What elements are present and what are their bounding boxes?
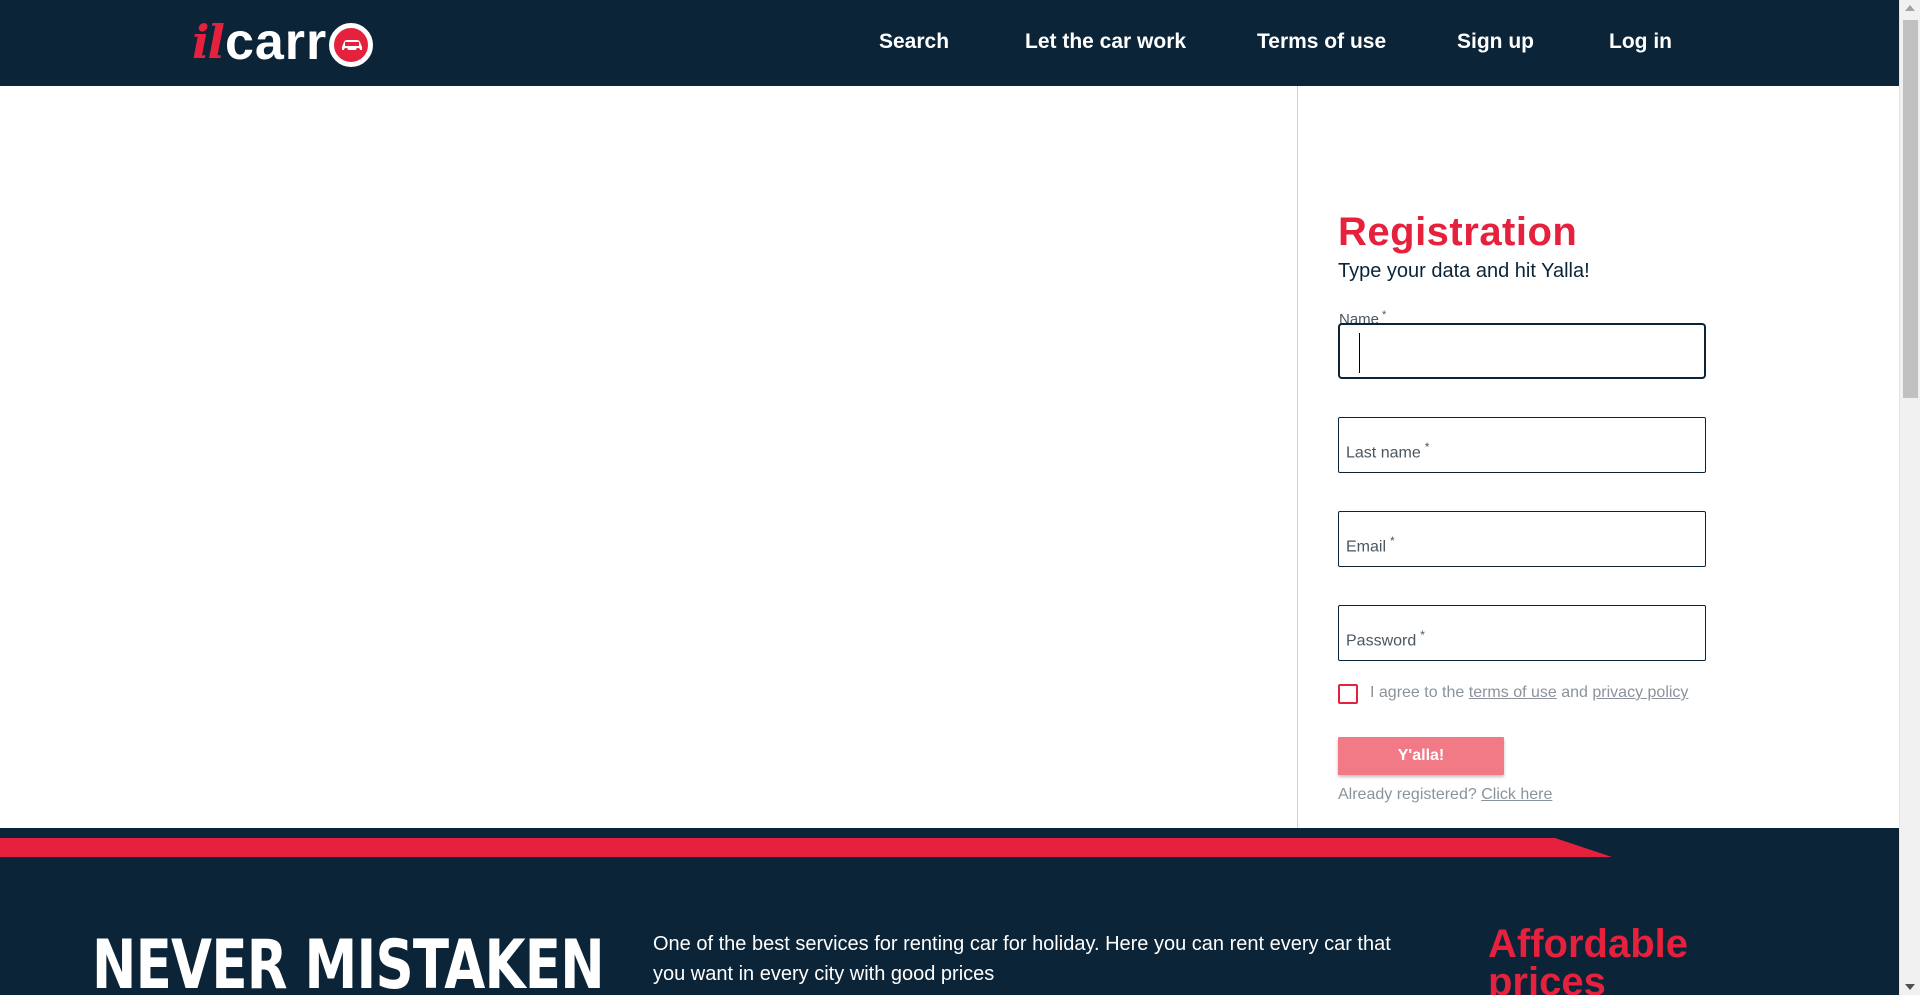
yalla-submit-button[interactable]: Y'alla! — [1338, 737, 1504, 775]
click-here-link[interactable]: Click here — [1481, 786, 1552, 803]
last-name-field[interactable]: Last name * — [1338, 417, 1706, 473]
footer-headline: NEVER MISTAKEN — [92, 926, 605, 995]
password-field[interactable]: Password * — [1338, 605, 1706, 661]
terms-of-use-link[interactable]: terms of use — [1469, 684, 1557, 701]
logo-text: carr — [224, 13, 328, 71]
privacy-policy-link[interactable]: privacy policy — [1592, 684, 1688, 701]
red-stripe — [0, 838, 1612, 857]
agree-checkbox[interactable] — [1338, 684, 1358, 704]
nav-sign-up[interactable]: Sign up — [1457, 30, 1534, 54]
registration-panel: Registration Type your data and hit Yall… — [1298, 86, 1899, 828]
password-label: Password * — [1346, 628, 1425, 650]
ilcarro-logo[interactable]: il carr — [192, 12, 374, 72]
scroll-down-arrow-icon[interactable] — [1905, 984, 1915, 990]
nav-terms-of-use[interactable]: Terms of use — [1257, 30, 1386, 54]
footer-description: One of the best services for renting car… — [653, 933, 1391, 985]
email-label: Email * — [1346, 534, 1395, 556]
registration-subtitle: Type your data and hit Yalla! — [1338, 260, 1590, 282]
email-field[interactable]: Email * — [1338, 511, 1706, 567]
top-navbar: il carr Search Let the car work Terms of… — [0, 0, 1899, 86]
last-name-label: Last name * — [1346, 440, 1430, 462]
footer: NEVER MISTAKEN One of the best services … — [0, 828, 1899, 995]
nav-let-the-car-work[interactable]: Let the car work — [1025, 30, 1186, 54]
text-caret — [1359, 333, 1360, 373]
scrollbar-thumb[interactable] — [1903, 20, 1918, 398]
logo-prefix: il — [192, 15, 225, 69]
left-content-area — [0, 86, 1297, 828]
scroll-up-arrow-icon[interactable] — [1905, 5, 1915, 11]
car-icon — [329, 23, 374, 67]
nav-log-in[interactable]: Log in — [1609, 30, 1672, 54]
nav-search[interactable]: Search — [879, 30, 949, 54]
already-registered: Already registered? Click here — [1338, 786, 1553, 803]
affordable-prices-title: Affordable prices — [1488, 922, 1688, 995]
registration-title: Registration — [1338, 210, 1578, 254]
agree-text: I agree to the terms of use and privacy … — [1370, 684, 1689, 701]
name-field[interactable] — [1338, 323, 1706, 379]
page-scrollbar[interactable] — [1899, 0, 1920, 995]
